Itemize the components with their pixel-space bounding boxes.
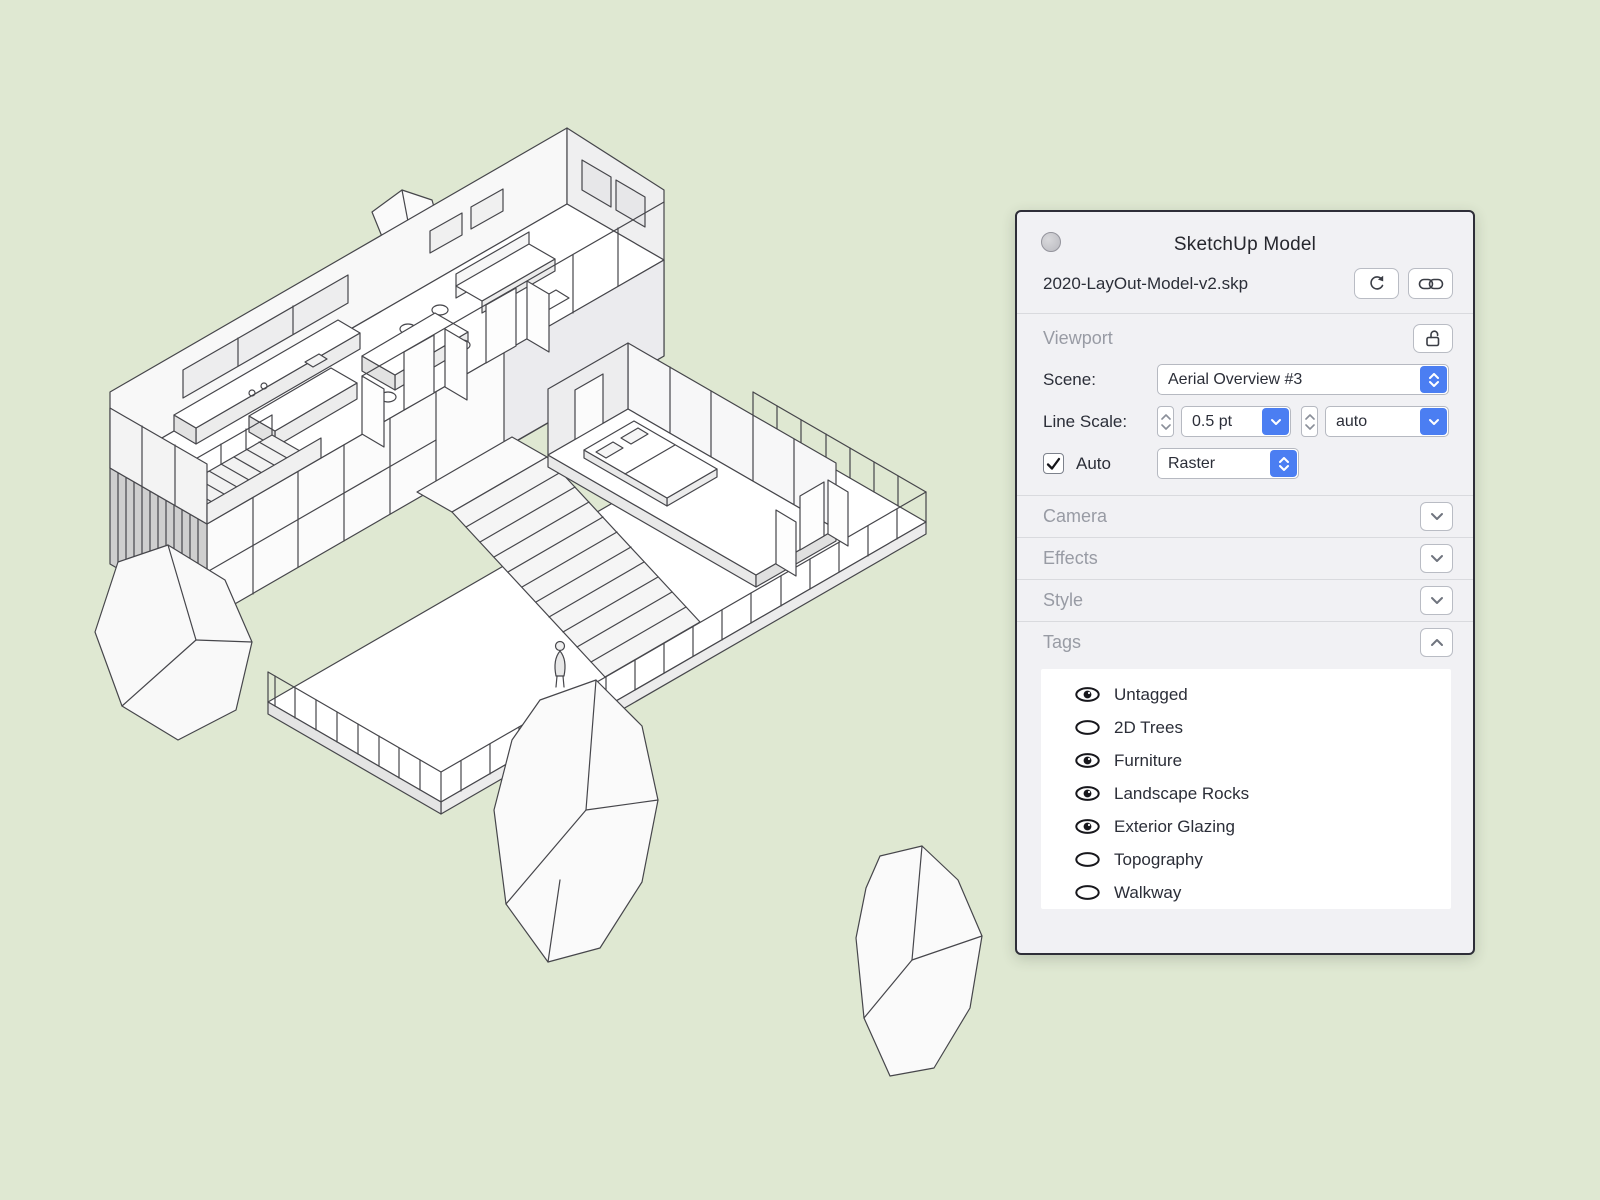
scene-row: Scene: Aerial Overview #3: [1017, 364, 1473, 395]
viewport-section-header: Viewport: [1017, 314, 1473, 353]
line-scale-auto-chevron-down-icon[interactable]: [1420, 408, 1447, 435]
section-style[interactable]: Style: [1017, 579, 1473, 621]
tag-row-furniture[interactable]: Furniture: [1041, 744, 1451, 777]
refresh-icon: [1367, 274, 1387, 294]
section-effects[interactable]: Effects: [1017, 537, 1473, 579]
section-camera-label: Camera: [1043, 506, 1107, 527]
tag-label: Topography: [1114, 850, 1203, 870]
render-mode-value: Raster: [1158, 455, 1269, 473]
line-scale-auto-select[interactable]: auto: [1325, 406, 1449, 437]
line-scale-row: Line Scale: 0.5 pt auto: [1017, 406, 1473, 437]
eye-icon[interactable]: [1074, 686, 1101, 703]
render-mode-chevrons-icon[interactable]: [1270, 450, 1297, 477]
line-scale-auto-stepper[interactable]: [1301, 406, 1318, 437]
tag-row-landscape-rocks[interactable]: Landscape Rocks: [1041, 777, 1451, 810]
eye-icon[interactable]: [1074, 818, 1101, 835]
eye-icon[interactable]: [1074, 752, 1101, 769]
eye-icon[interactable]: [1074, 884, 1101, 901]
refresh-button[interactable]: [1354, 268, 1399, 299]
scene-label: Scene:: [1043, 370, 1157, 390]
line-scale-chevron-down-icon[interactable]: [1262, 408, 1289, 435]
file-row: 2020-LayOut-Model-v2.skp: [1017, 260, 1473, 313]
section-style-label: Style: [1043, 590, 1083, 611]
sketchup-model-panel: SketchUp Model 2020-LayOut-Model-v2.skp: [1015, 210, 1475, 955]
auto-checkbox-label: Auto: [1076, 454, 1157, 474]
tag-row-2d-trees[interactable]: 2D Trees: [1041, 711, 1451, 744]
tags-list: Untagged 2D Trees Furniture Landscape Ro…: [1041, 669, 1451, 909]
render-mode-select[interactable]: Raster: [1157, 448, 1299, 479]
tag-label: Landscape Rocks: [1114, 784, 1249, 804]
tag-label: Untagged: [1114, 685, 1188, 705]
section-tags-label: Tags: [1043, 632, 1081, 653]
tag-row-exterior-glazing[interactable]: Exterior Glazing: [1041, 810, 1451, 843]
panel-title: SketchUp Model: [1017, 212, 1473, 256]
auto-checkbox[interactable]: [1043, 453, 1064, 474]
tag-label: Furniture: [1114, 751, 1182, 771]
rock-right: [856, 846, 982, 1076]
eye-icon[interactable]: [1074, 851, 1101, 868]
tag-row-walkway[interactable]: Walkway: [1041, 876, 1451, 909]
link-icon: [1418, 275, 1444, 293]
section-effects-label: Effects: [1043, 548, 1098, 569]
tag-row-topography[interactable]: Topography: [1041, 843, 1451, 876]
tag-label: 2D Trees: [1114, 718, 1183, 738]
eye-icon[interactable]: [1074, 785, 1101, 802]
viewport-section-label: Viewport: [1043, 328, 1113, 349]
model-filename: 2020-LayOut-Model-v2.skp: [1043, 274, 1354, 294]
chevron-up-icon[interactable]: [1420, 628, 1453, 657]
section-tags[interactable]: Tags: [1017, 621, 1473, 663]
tag-row-untagged[interactable]: Untagged: [1041, 678, 1451, 711]
chevron-down-icon[interactable]: [1420, 544, 1453, 573]
line-scale-stepper[interactable]: [1157, 406, 1174, 437]
link-button[interactable]: [1408, 268, 1453, 299]
scene-select[interactable]: Aerial Overview #3: [1157, 364, 1449, 395]
eye-icon[interactable]: [1074, 719, 1101, 736]
panel-status-dot[interactable]: [1041, 232, 1061, 252]
unlock-icon: [1424, 329, 1443, 348]
line-scale-auto-value: auto: [1326, 413, 1419, 431]
tag-label: Exterior Glazing: [1114, 817, 1235, 837]
accordion-sections: Camera Effects Style Tags: [1017, 495, 1473, 663]
line-scale-label: Line Scale:: [1043, 412, 1157, 432]
tag-label: Walkway: [1114, 883, 1181, 903]
layout-canvas: SketchUp Model 2020-LayOut-Model-v2.skp: [0, 0, 1600, 1200]
chevron-down-icon[interactable]: [1420, 502, 1453, 531]
section-camera[interactable]: Camera: [1017, 495, 1473, 537]
chevron-down-icon[interactable]: [1420, 586, 1453, 615]
scene-select-chevrons-icon[interactable]: [1420, 366, 1447, 393]
render-mode-row: Auto Raster: [1017, 448, 1473, 479]
line-scale-value: 0.5 pt: [1182, 413, 1261, 431]
panel-header: SketchUp Model: [1017, 212, 1473, 260]
line-scale-select[interactable]: 0.5 pt: [1181, 406, 1291, 437]
lock-button[interactable]: [1413, 324, 1453, 353]
scene-value: Aerial Overview #3: [1158, 371, 1419, 389]
